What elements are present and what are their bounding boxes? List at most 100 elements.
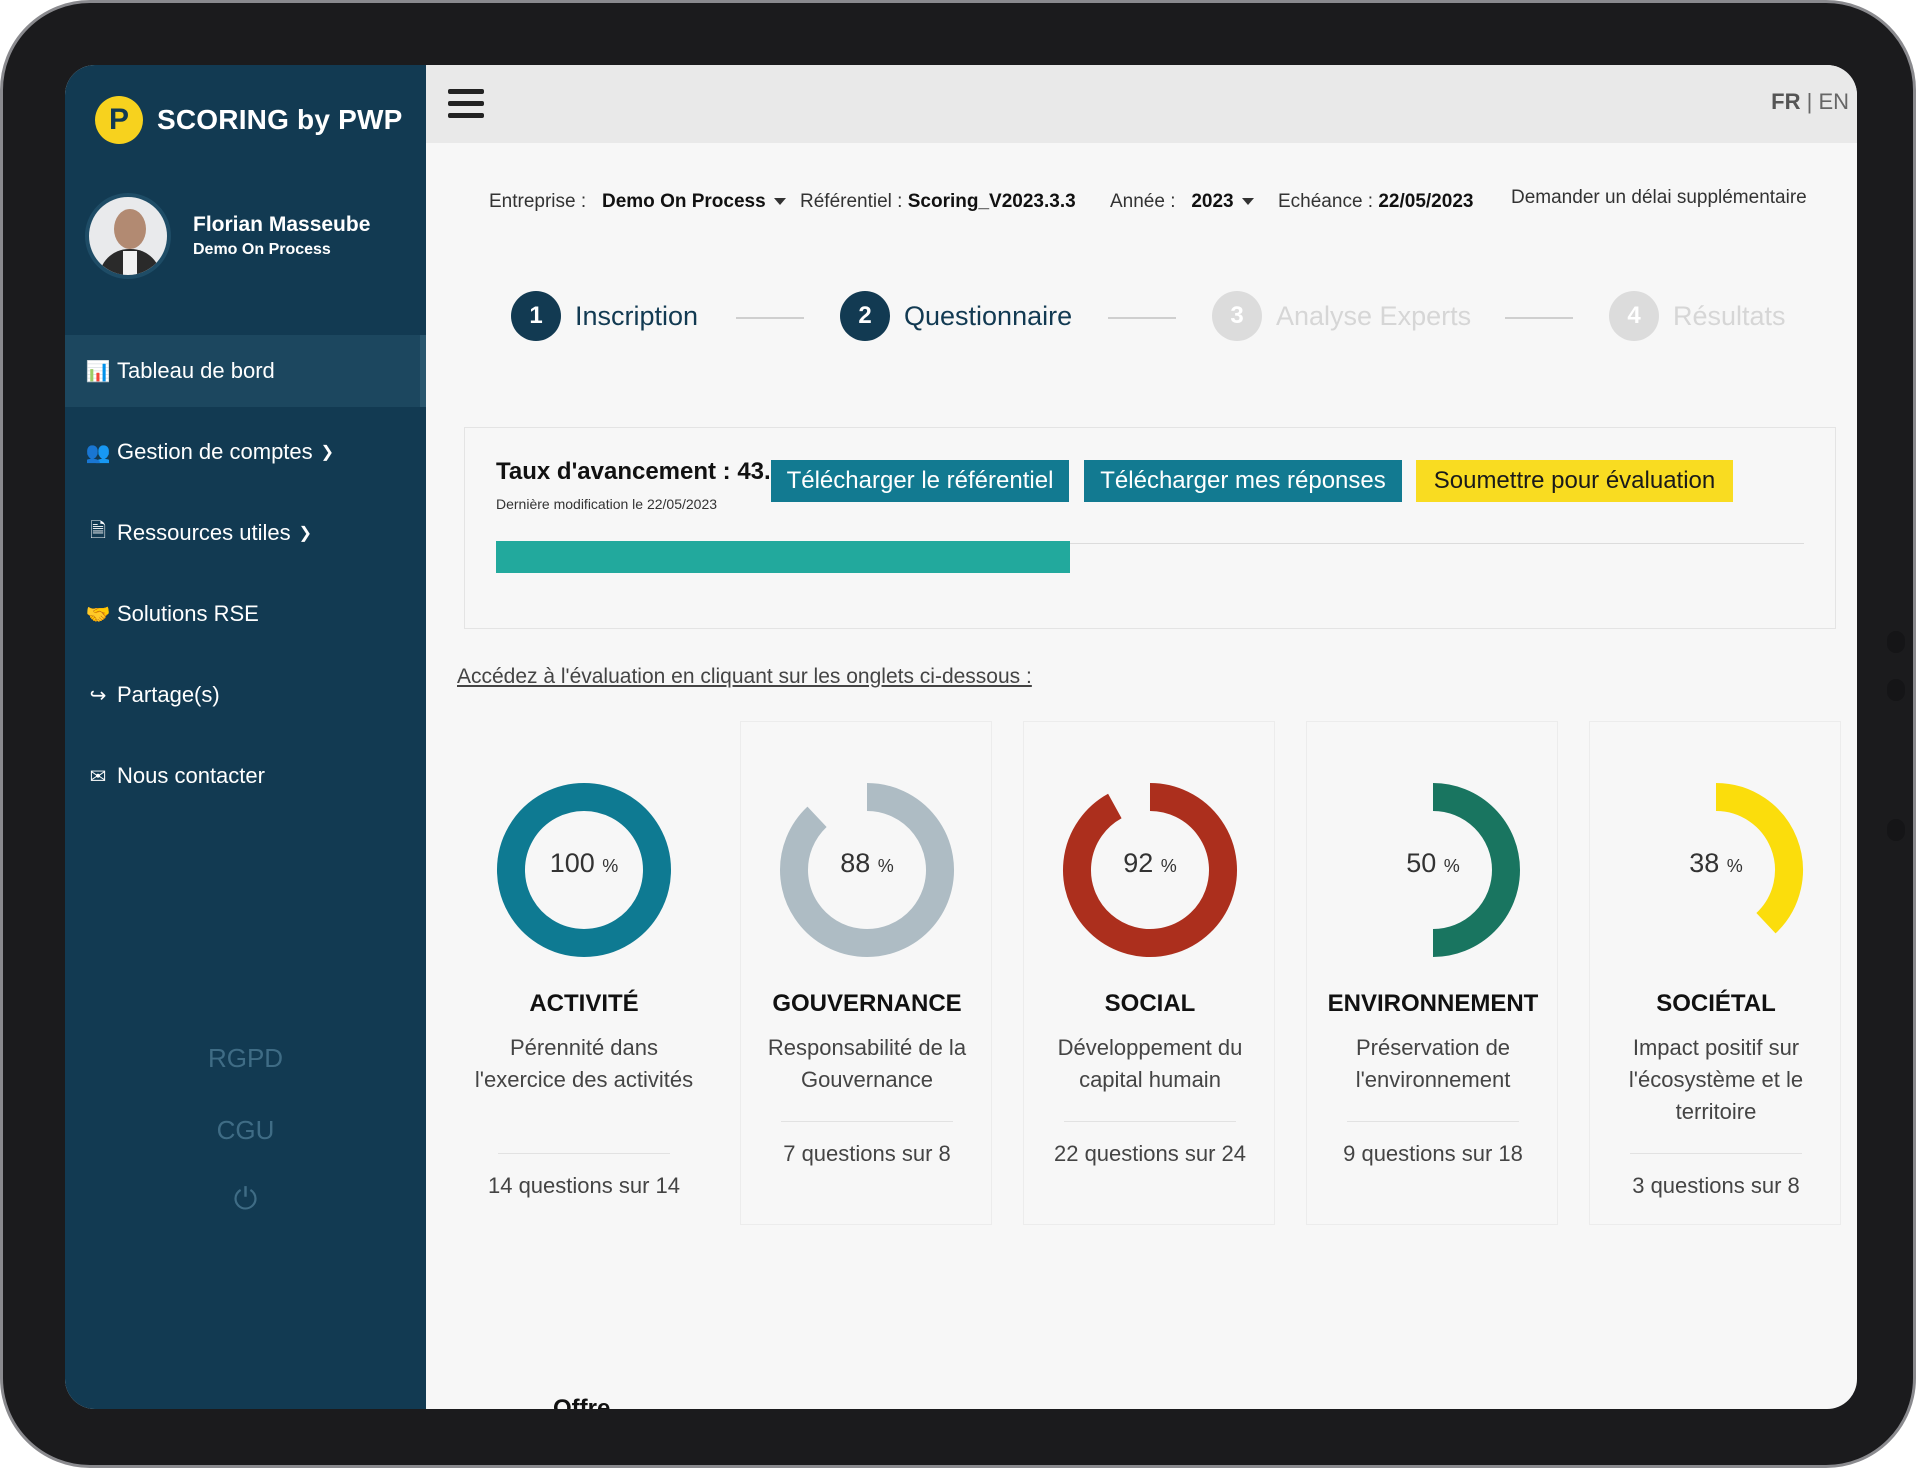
donut-percent: 38 % (1689, 848, 1743, 878)
chevron-down-icon: ❯ (320, 444, 335, 461)
tablet-side-button (1887, 819, 1905, 841)
topbar: FR | EN (426, 65, 1857, 143)
step-label: Résultats (1673, 300, 1786, 331)
last-modified-text: Dernière modification le 22/05/2023 (496, 496, 718, 512)
caret-down-icon (1241, 198, 1254, 206)
hamburger-menu-icon[interactable] (448, 89, 484, 119)
echeance-info: Echéance : 22/05/2023 (1278, 191, 1473, 213)
card-title: ACTIVITÉ (529, 990, 639, 1017)
sidebar-item-solutions-rse[interactable]: 🤝 Solutions RSE (65, 578, 426, 650)
card-separator (498, 1153, 670, 1154)
card-description: Impact positif sur l'écosystème et le te… (1628, 1035, 1804, 1124)
donut-percent: 50 % (1406, 848, 1460, 878)
download-responses-button[interactable]: Télécharger mes réponses (1084, 460, 1402, 502)
sidebar-item-label: Ressources utiles (117, 520, 291, 545)
card-separator (1347, 1121, 1519, 1122)
avatar (85, 193, 171, 279)
users-icon: 👥 (85, 441, 111, 464)
entreprise-label: Entreprise : (489, 191, 587, 212)
donut-percent: 100 % (549, 848, 619, 878)
bar-chart-icon: 📊 (85, 360, 111, 383)
donut-percent: 92 % (1123, 848, 1177, 878)
sidebar-nav: 📊 Tableau de bord 👥 Gestion de comptes ❯… (65, 335, 426, 821)
progress-fill (496, 541, 1070, 573)
sidebar-item-gestion-de-comptes[interactable]: 👥 Gestion de comptes ❯ (65, 416, 426, 488)
card-title: ENVIRONNEMENT (1327, 990, 1539, 1017)
user-company: Demo On Process (193, 241, 331, 258)
user-name: Florian Masseube (193, 213, 371, 236)
step-label: Inscription (575, 300, 699, 331)
annee-label: Année : (1110, 191, 1176, 212)
card-title: SOCIÉTAL (1656, 990, 1776, 1017)
annee-value: 2023 (1191, 191, 1234, 212)
card-question-count: 7 questions sur 8 (783, 1141, 951, 1166)
caret-down-icon (773, 198, 786, 206)
card-question-count: 22 questions sur 24 (1053, 1141, 1247, 1166)
category-card-societal[interactable]: 38 % SOCIÉTAL Impact positif sur l'écosy… (1589, 721, 1841, 1225)
card-question-count: 14 questions sur 14 (487, 1173, 681, 1198)
power-icon[interactable]: ⏻ (65, 1183, 426, 1217)
donut-percent: 88 % (840, 848, 894, 878)
referentiel-info: Référentiel : Scoring_V2023.3.3 (800, 191, 1076, 213)
annee-selector[interactable]: Année : 2023 (1110, 191, 1254, 213)
sidebar-item-label: Tableau de bord (117, 358, 275, 383)
category-card-activite[interactable]: 100 % ACTIVITÉ Pérennité dans l'exercice… (457, 721, 709, 1225)
request-delay-link[interactable]: Demander un délai supplémentaire (1511, 187, 1807, 209)
entreprise-value: Demo On Process (602, 191, 766, 212)
cgu-link[interactable]: CGU (65, 1115, 426, 1146)
download-referentiel-button[interactable]: Télécharger le référentiel (771, 460, 1069, 502)
brand[interactable]: P SCORING by PWP (95, 87, 403, 153)
user-profile[interactable]: Florian Masseube Demo On Process (85, 193, 370, 279)
step-inscription[interactable]: 1 Inscription (511, 291, 698, 341)
step-resultats: 4 Résultats (1609, 291, 1786, 341)
app-screen: P SCORING by PWP Florian Masseube Demo O… (65, 65, 1857, 1409)
tablet-side-button (1887, 631, 1905, 653)
brand-logo-icon: P (95, 96, 143, 144)
card-question-count: 9 questions sur 18 (1343, 1141, 1523, 1166)
step-number: 1 (511, 291, 561, 341)
entreprise-selector[interactable]: Entreprise : Demo On Process (489, 191, 786, 213)
category-card-gouvernance[interactable]: 88 % GOUVERNANCE Responsabilité de la Go… (740, 721, 992, 1225)
card-description: Responsabilité de la Gouvernance (767, 1035, 967, 1092)
sidebar-item-nous-contacter[interactable]: ✉ Nous contacter (65, 740, 426, 812)
share-icon: ↪ (89, 684, 107, 707)
step-label: Analyse Experts (1276, 300, 1472, 331)
offre-heading: Offre (553, 1395, 611, 1409)
echeance-value: 22/05/2023 (1378, 191, 1474, 212)
envelope-icon: ✉ (89, 765, 107, 788)
access-instructions-link[interactable]: Accédez à l'évaluation en cliquant sur l… (457, 665, 1032, 689)
card-separator (1630, 1153, 1802, 1154)
sidebar: P SCORING by PWP Florian Masseube Demo O… (65, 65, 426, 1409)
chevron-down-icon: ❯ (298, 525, 313, 542)
lang-fr[interactable]: FR (1771, 89, 1800, 114)
sidebar-item-ressources-utiles[interactable]: 🗎 Ressources utiles ❯ (65, 497, 426, 569)
progress-panel: Taux d'avancement : 43.9 % Dernière modi… (464, 427, 1836, 629)
sidebar-item-partages[interactable]: ↪ Partage(s) (65, 659, 426, 731)
brand-name: SCORING by PWP (157, 104, 403, 135)
sidebar-item-label: Partage(s) (117, 682, 220, 707)
step-label: Questionnaire (904, 300, 1073, 331)
rgpd-link[interactable]: RGPD (65, 1043, 426, 1074)
step-questionnaire[interactable]: 2 Questionnaire (840, 291, 1072, 341)
sidebar-item-label: Solutions RSE (117, 601, 259, 626)
lang-en[interactable]: EN (1818, 89, 1849, 114)
progress-title: Taux d'avancement : 43.9 % (496, 458, 813, 485)
card-separator (1064, 1121, 1236, 1122)
handshake-icon: 🤝 (85, 603, 111, 626)
category-card-social[interactable]: 92 % SOCIAL Développement du capital hum… (1023, 721, 1275, 1225)
card-description: Préservation de l'environnement (1355, 1035, 1511, 1092)
step-number: 2 (840, 291, 890, 341)
card-title: SOCIAL (1104, 990, 1196, 1017)
referentiel-label: Référentiel : (800, 191, 903, 212)
card-description: Pérennité dans l'exercice des activités (474, 1035, 694, 1092)
sidebar-item-tableau-de-bord[interactable]: 📊 Tableau de bord (65, 335, 426, 407)
card-separator (781, 1121, 953, 1122)
step-connector (1108, 317, 1176, 319)
lang-separator: | (1800, 89, 1819, 114)
document-icon: 🗎 (89, 520, 107, 542)
tablet-side-button (1887, 679, 1905, 701)
card-title: GOUVERNANCE (772, 990, 962, 1017)
submit-evaluation-button[interactable]: Soumettre pour évaluation (1416, 460, 1733, 502)
step-connector (1505, 317, 1573, 319)
category-card-environnement[interactable]: 50 % ENVIRONNEMENT Préservation de l'env… (1306, 721, 1558, 1225)
